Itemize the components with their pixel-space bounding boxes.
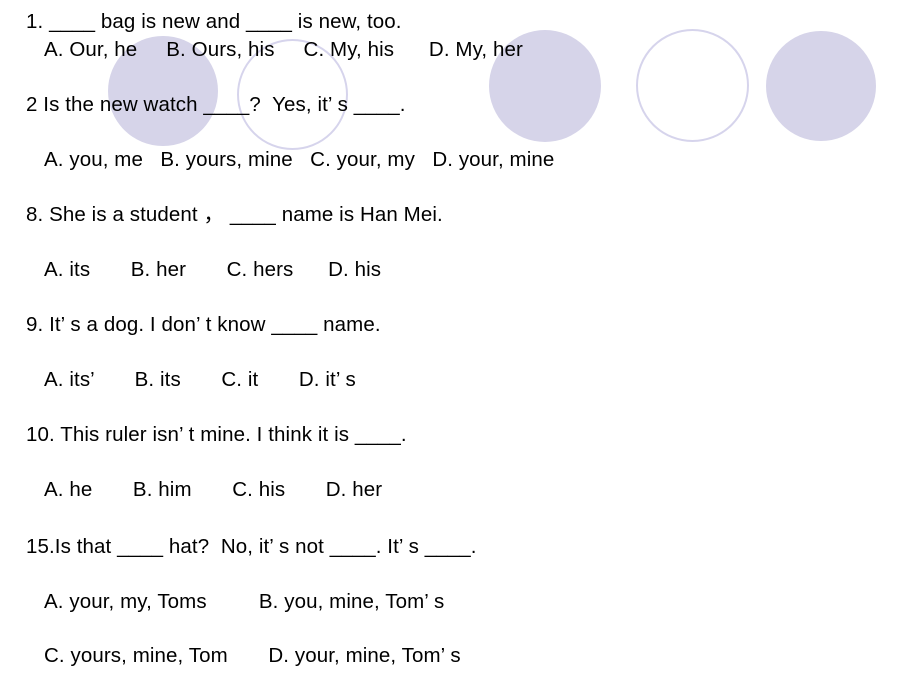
question-10-prompt: 10. This ruler isn’ t mine. I think it i…: [26, 423, 407, 446]
question-1-options: A. Our, he B. Ours, his C. My, his D. My…: [44, 38, 523, 61]
question-9-options: A. its’ B. its C. it D. it’ s: [44, 368, 356, 391]
question-1-prompt: 1. ____ bag is new and ____ is new, too.: [26, 10, 402, 33]
question-2-prompt: 2 Is the new watch ____? Yes, it’ s ____…: [26, 93, 406, 116]
question-15-prompt: 15.Is that ____ hat? No, it’ s not ____.…: [26, 535, 477, 558]
worksheet-text-layer: 1. ____ bag is new and ____ is new, too.…: [0, 0, 920, 690]
worksheet-page: 1. ____ bag is new and ____ is new, too.…: [0, 0, 920, 690]
question-8-options: A. its B. her C. hers D. his: [44, 258, 382, 281]
question-2-options: A. you, me B. yours, mine C. your, my D.…: [44, 148, 555, 171]
question-8-prompt: 8. She is a student ， ____ name is Han M…: [26, 203, 443, 226]
question-9-prompt: 9. It’ s a dog. I don’ t know ____ name.: [26, 313, 381, 336]
question-10-options: A. he B. him C. his D. her: [44, 478, 383, 501]
question-15-options-ab: A. your, my, Toms B. you, mine, Tom’ s: [44, 590, 445, 613]
question-15-options-cd: C. yours, mine, Tom D. your, mine, Tom’ …: [44, 644, 461, 667]
